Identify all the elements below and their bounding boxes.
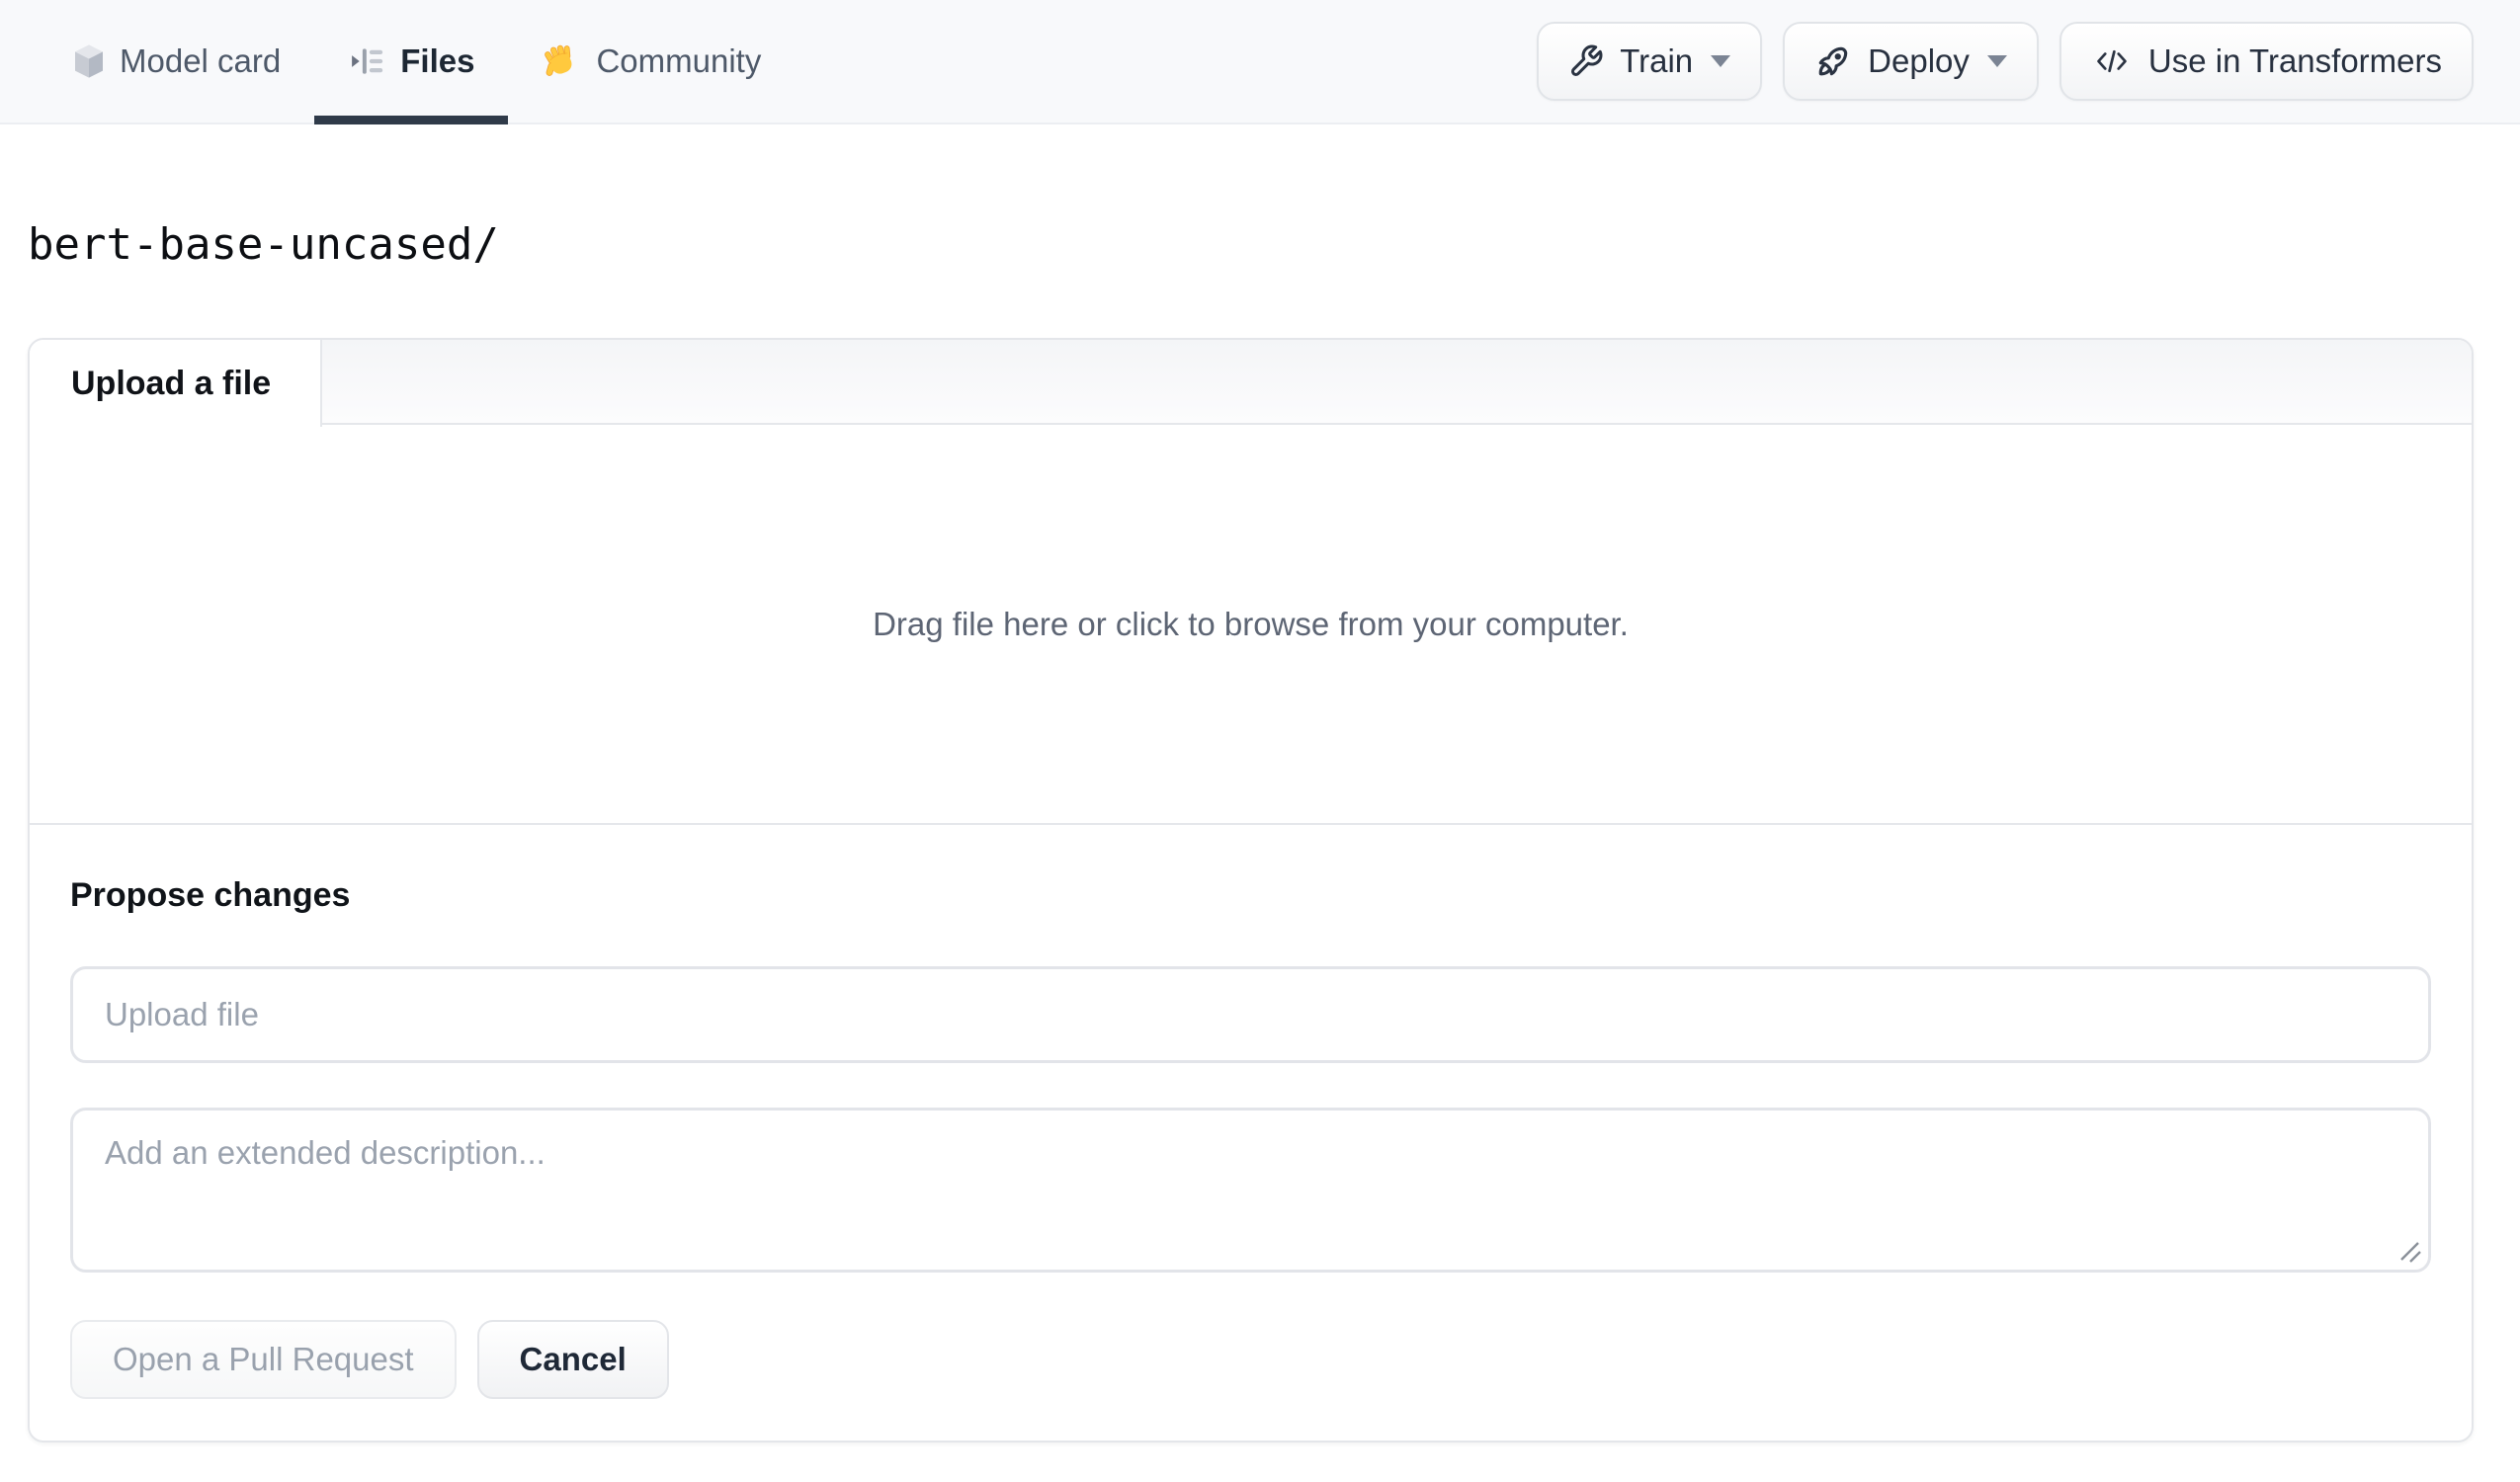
chevron-down-icon [1986,55,2007,67]
train-button[interactable]: Train [1537,22,1763,101]
breadcrumb[interactable]: bert-base-uncased/ [28,219,2520,271]
upload-panel: Upload a file Drag file here or click to… [28,338,2474,1442]
tab-files[interactable]: Files [314,0,509,124]
tab-files-label: Files [400,42,475,79]
tab-community-label: Community [596,42,762,79]
repo-tab-bar: Model card Files Community Train Deploy … [0,0,2520,124]
code-icon [2091,43,2133,79]
propose-changes-section: Propose changes Open a Pull Request Canc… [30,825,2472,1441]
upload-panel-tab-bar: Upload a file [30,340,2472,427]
tab-model-card[interactable]: Model card [40,0,314,123]
use-in-transformers-button[interactable]: Use in Transformers [2058,22,2474,101]
tab-upload-a-file[interactable]: Upload a file [30,340,322,427]
tab-upload-a-file-label: Upload a file [71,364,272,402]
tab-community[interactable]: Community [508,0,795,123]
deploy-button-label: Deploy [1868,42,1970,79]
wrench-icon [1568,43,1604,79]
cube-icon [73,42,105,80]
repo-action-buttons: Train Deploy Use in Transformers [1537,22,2474,101]
propose-changes-heading: Propose changes [70,876,351,914]
use-in-transformers-label: Use in Transformers [2147,42,2442,79]
repo-tabs: Model card Files Community [40,0,795,124]
cancel-button[interactable]: Cancel [476,1320,669,1399]
dropzone-hint: Drag file here or click to browse from y… [873,605,1629,642]
extended-description-textarea[interactable] [70,1108,2431,1273]
file-dropzone[interactable]: Drag file here or click to browse from y… [30,425,2472,825]
deploy-button[interactable]: Deploy [1783,22,2039,101]
rocket-icon [1814,42,1852,80]
files-versions-icon [348,42,385,80]
upload-file-input[interactable] [70,966,2431,1063]
chevron-down-icon [1711,55,1731,67]
tab-model-card-label: Model card [120,42,282,79]
propose-actions: Open a Pull Request Cancel [70,1320,2431,1399]
description-field-wrap [70,1108,2431,1273]
waving-hand-icon [542,41,581,81]
open-pull-request-button[interactable]: Open a Pull Request [70,1320,457,1399]
train-button-label: Train [1620,42,1694,79]
